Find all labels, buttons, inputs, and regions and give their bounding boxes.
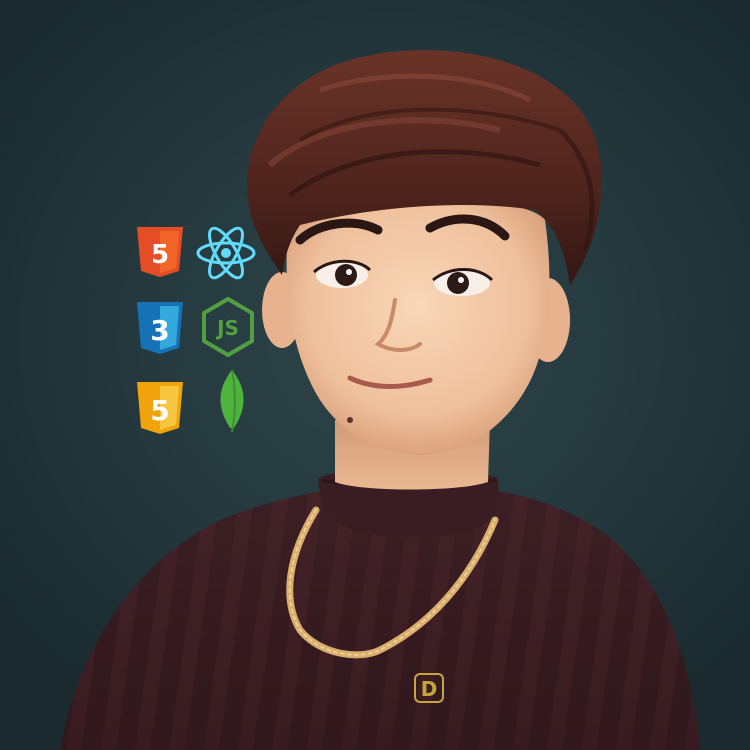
svg-text:5: 5 bbox=[151, 240, 169, 270]
nodejs-icon: JS bbox=[202, 296, 254, 358]
svg-text:3: 3 bbox=[150, 314, 169, 347]
avatar-illustration: D 5 3 JS 5 bbox=[60, 50, 700, 750]
avatar-scene: D 5 3 JS 5 bbox=[0, 0, 750, 750]
svg-text:JS: JS bbox=[215, 316, 239, 340]
face bbox=[286, 198, 550, 456]
react-icon bbox=[196, 226, 256, 280]
svg-text:5: 5 bbox=[150, 394, 169, 427]
css3-icon: 3 bbox=[137, 302, 183, 354]
svg-text:D: D bbox=[421, 677, 438, 701]
shirt bbox=[60, 469, 700, 750]
beauty-mark bbox=[347, 417, 353, 423]
mongodb-icon bbox=[220, 369, 244, 433]
javascript-icon: 5 bbox=[137, 382, 183, 434]
html5-icon: 5 bbox=[137, 227, 183, 277]
